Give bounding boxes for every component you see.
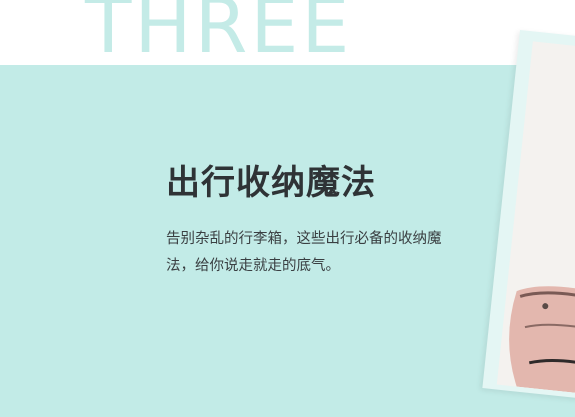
page-title: 出行收纳魔法 bbox=[166, 163, 376, 203]
description-text: 告别杂乱的行李箱，这些出行必备的收纳魔法，给你说走就走的底气。 bbox=[166, 231, 442, 274]
section-number-label: THREE bbox=[85, 0, 353, 70]
page: THREE 出行收纳魔法 告别杂乱的行李箱，这些出行必备的收纳魔法，给你说走就走… bbox=[0, 0, 575, 417]
